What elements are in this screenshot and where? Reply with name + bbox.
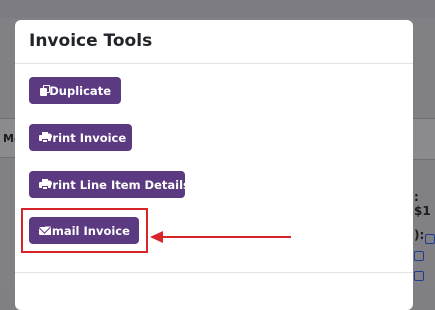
background-label-partial: ): xyxy=(414,228,425,242)
copy-icon xyxy=(39,84,50,97)
background-amount-partial: : $1 xyxy=(414,190,431,218)
modal-title: Invoice Tools xyxy=(29,31,153,51)
print-line-item-details-button-label: Print Line Item Details xyxy=(44,177,190,192)
duplicate-button[interactable]: Duplicate xyxy=(29,77,121,104)
modal-header: Invoice Tools xyxy=(15,20,413,64)
invoice-tools-modal: Invoice Tools Duplicate Print Invoice Pr… xyxy=(15,20,413,310)
edit-icon xyxy=(414,271,424,281)
modal-divider xyxy=(15,272,413,273)
print-invoice-button-label: Print Invoice xyxy=(44,130,127,145)
print-line-item-details-button[interactable]: Print Line Item Details xyxy=(29,171,190,198)
duplicate-button-label: Duplicate xyxy=(49,83,111,98)
edit-icon xyxy=(425,234,435,244)
print-invoice-button[interactable]: Print Invoice xyxy=(29,124,132,151)
annotation-arrow-head xyxy=(150,231,163,243)
annotation-arrow-shaft xyxy=(162,236,291,238)
annotation-highlight-box xyxy=(21,208,148,253)
background-header xyxy=(0,0,435,18)
background-panel-partial xyxy=(412,118,435,160)
edit-icon xyxy=(414,251,424,261)
